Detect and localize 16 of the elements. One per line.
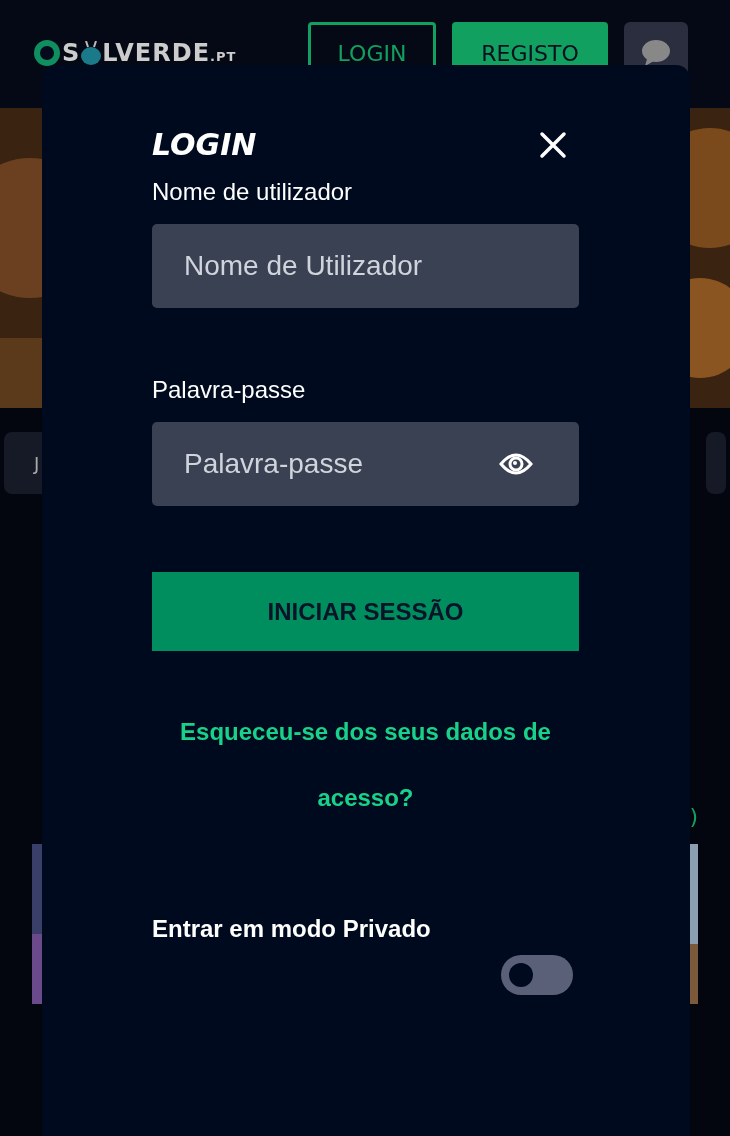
logo-text: S [62, 39, 81, 67]
fruit-logo-icon [80, 41, 103, 65]
logo-text: LVERDE.PT [102, 39, 237, 67]
login-submit-button[interactable]: INICIAR SESSÃO [152, 572, 579, 651]
dialog-title: LOGIN [152, 127, 257, 162]
section-link[interactable]: ) [689, 804, 698, 844]
private-mode-toggle[interactable] [501, 955, 573, 995]
close-icon[interactable] [539, 130, 567, 159]
field-label: Palavra-passe [152, 376, 307, 404]
forgot-credentials-link[interactable]: Esqueceu-se dos seus dados de acesso? [152, 699, 579, 831]
field-label: Nome de utilizador [152, 178, 354, 206]
username-field[interactable]: Nome de Utilizador [152, 224, 579, 308]
private-mode-label: Entrar em modo Privado [152, 915, 432, 943]
eye-icon[interactable] [499, 452, 533, 476]
chat-icon [641, 39, 671, 67]
password-field[interactable]: Palavra-passe [152, 422, 579, 506]
